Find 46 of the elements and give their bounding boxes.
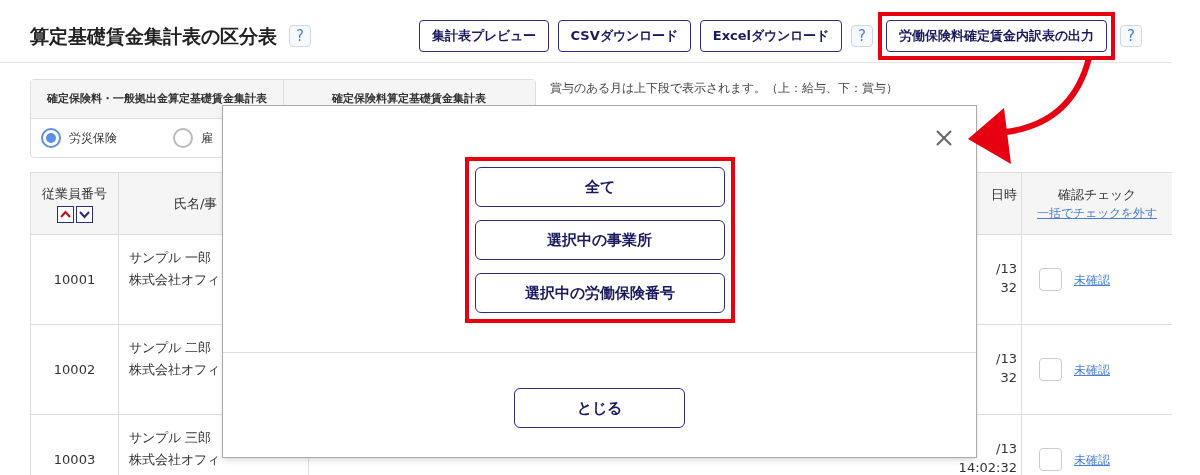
table-cell-text: 10003: [53, 450, 96, 469]
help-button[interactable]: ?: [289, 25, 311, 47]
checkbox[interactable]: [1039, 358, 1062, 381]
column-header: 日時: [991, 186, 1017, 204]
employee-name: サンプル 一郎: [129, 249, 213, 266]
date-text: /13: [996, 262, 1017, 276]
table-cell-text: 10001: [53, 270, 96, 289]
table-cell-text: 10002: [53, 360, 96, 379]
help-button[interactable]: ?: [851, 25, 873, 47]
close-button[interactable]: とじる: [514, 388, 685, 428]
toolbar-button[interactable]: 労働保険料確定賃金内訳表の出力: [886, 20, 1107, 52]
status-link[interactable]: 未確認: [1074, 360, 1110, 379]
page-title: 算定基礎賃金集計表の区分表: [30, 23, 277, 49]
time-text: 32: [1000, 281, 1017, 295]
radio-button[interactable]: [41, 128, 61, 148]
toolbar-button[interactable]: 集計表プレビュー: [418, 20, 549, 52]
date-text: /13: [996, 352, 1017, 366]
note-text: 賞与のある月は上下段で表示されます。（上：給与、下：賞与）: [550, 80, 898, 97]
help-button[interactable]: ?: [1120, 25, 1142, 47]
sort-up-icon[interactable]: [56, 205, 74, 223]
column-header: 従業員番号: [42, 185, 107, 204]
export-option-button[interactable]: 選択中の労働保険番号: [474, 273, 725, 313]
column-header: 確認チェック: [1058, 185, 1136, 204]
checkbox[interactable]: [1039, 268, 1062, 291]
employee-name: サンプル 三郎: [129, 429, 213, 446]
office-name: 株式会社オフィ: [129, 361, 221, 378]
time-text: 32: [1000, 371, 1017, 385]
radio-label: 労災保険: [69, 130, 117, 147]
sort-down-icon[interactable]: [75, 205, 93, 223]
close-icon[interactable]: [934, 128, 954, 148]
office-name: 株式会社オフィ: [129, 451, 221, 468]
uncheck-all-link[interactable]: 一括でチェックを外す: [1037, 204, 1157, 223]
radio-button[interactable]: [173, 128, 193, 148]
toolbar-button[interactable]: CSVダウンロード: [557, 20, 691, 52]
time-text: 14:02:32: [958, 461, 1017, 475]
radio-label: 雇: [201, 130, 213, 147]
employee-name: サンプル 二郎: [129, 339, 213, 356]
column-header: 氏名/事: [174, 194, 218, 213]
export-option-button[interactable]: 全て: [474, 167, 725, 207]
office-name: 株式会社オフィ: [129, 271, 221, 288]
status-link[interactable]: 未確認: [1074, 450, 1110, 469]
status-link[interactable]: 未確認: [1074, 270, 1110, 289]
toolbar-button[interactable]: Excelダウンロード: [699, 20, 842, 52]
export-option-button[interactable]: 選択中の事業所: [474, 220, 725, 260]
date-text: /13: [996, 442, 1017, 456]
checkbox[interactable]: [1039, 448, 1062, 471]
